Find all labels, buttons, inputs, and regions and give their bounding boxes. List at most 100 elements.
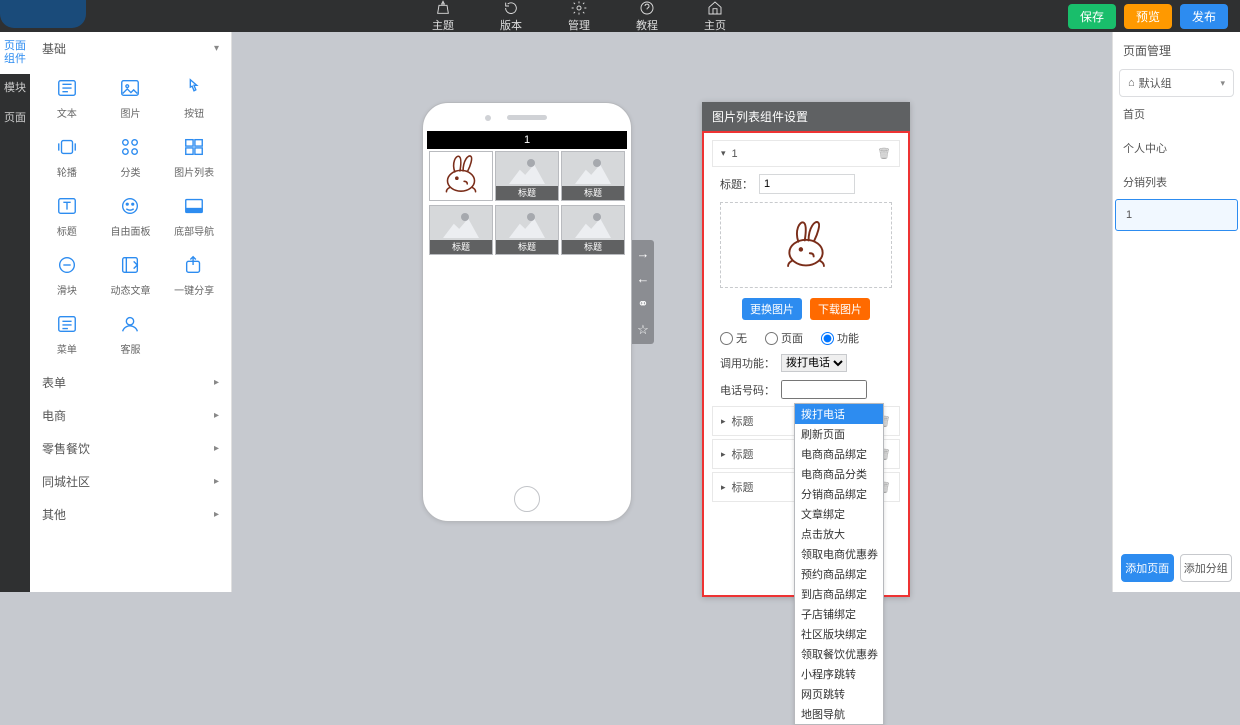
thumb-label: 标题 <box>562 186 624 200</box>
phone-speaker <box>507 115 547 120</box>
title-input[interactable] <box>759 174 855 194</box>
accordion-basic[interactable]: 基础 ▾ <box>30 32 231 65</box>
carousel-widget[interactable]: 轮播 <box>36 128 98 185</box>
tab-pages[interactable]: 页面 <box>0 104 30 133</box>
dropdown-option[interactable]: 到店商品绑定 <box>795 584 883 604</box>
phone-label: 电话号码： <box>720 382 775 398</box>
dropdown-option[interactable]: 领取餐饮优惠券 <box>795 644 883 664</box>
list-item[interactable]: 标题 <box>495 205 559 255</box>
list-item[interactable]: 标题 <box>561 151 625 201</box>
page-title-bar: 1 <box>427 131 627 149</box>
add-page-button[interactable]: 添加页面 <box>1121 554 1174 582</box>
save-button[interactable]: 保存 <box>1068 4 1116 29</box>
service-widget[interactable]: 客服 <box>100 305 162 362</box>
text-widget[interactable]: 文本 <box>36 69 98 126</box>
dropdown-option[interactable]: 社区版块绑定 <box>795 624 883 644</box>
freepanel-widget[interactable]: 自由面板 <box>100 187 162 244</box>
page-item-current[interactable]: 1 <box>1115 199 1238 231</box>
imagelist-widget[interactable]: 图片列表 <box>163 128 225 185</box>
manage-icon[interactable]: 管理 <box>568 0 590 33</box>
accordion-community[interactable]: 同城社区▸ <box>30 465 231 498</box>
preview-button[interactable]: 预览 <box>1124 4 1172 29</box>
group-label: 默认组 <box>1139 75 1172 91</box>
thumb-label: 标题 <box>496 240 558 254</box>
star-icon[interactable]: ☆ <box>637 322 649 338</box>
bottomnav-widget[interactable]: 底部导航 <box>163 187 225 244</box>
publish-button[interactable]: 发布 <box>1180 4 1228 29</box>
dropdown-option[interactable]: 电商商品绑定 <box>795 444 883 464</box>
dropdown-option[interactable]: 分销商品绑定 <box>795 484 883 504</box>
download-image-button[interactable]: 下载图片 <box>810 298 870 320</box>
page-item[interactable]: 个人中心 <box>1113 131 1240 165</box>
image-slot[interactable] <box>720 202 892 288</box>
add-group-button[interactable]: 添加分组 <box>1180 554 1233 582</box>
tab-page-widgets[interactable]: 页面组件 <box>0 32 30 74</box>
dropdown-option[interactable]: 刷新页面 <box>795 424 883 444</box>
radio-page[interactable]: 页面 <box>765 330 803 346</box>
logo <box>0 0 86 28</box>
image-buttons: 更换图片 下载图片 <box>708 292 904 326</box>
theme-icon[interactable]: 主题 <box>432 0 454 33</box>
phone-input[interactable] <box>781 380 867 399</box>
list-item[interactable]: 标题 <box>429 205 493 255</box>
phone-screen: 1 标题 标题 标题 标题 标题 <box>427 131 627 479</box>
page-item[interactable]: 分销列表 <box>1113 165 1240 199</box>
accordion-ecom[interactable]: 电商▸ <box>30 399 231 432</box>
func-row: 调用功能： 拨打电话 <box>708 350 904 376</box>
thumb-label: 标题 <box>430 240 492 254</box>
category-widget[interactable]: 分类 <box>100 128 162 185</box>
radio-none[interactable]: 无 <box>720 330 747 346</box>
arrow-left-icon[interactable]: ← <box>637 271 650 286</box>
caret-down-icon: ▾ <box>721 148 726 159</box>
group-select[interactable]: ⌂ 默认组 ▾ <box>1119 69 1234 97</box>
list-item[interactable] <box>429 151 493 201</box>
settings-popup: 图片列表组件设置 ▾ 1 🗑 标题： 更换图片 下载图片 无 页面 功能 调用功… <box>702 102 910 597</box>
page-item[interactable]: 首页 <box>1113 97 1240 131</box>
dropdown-option[interactable]: 子店铺绑定 <box>795 604 883 624</box>
menu-widget[interactable]: 菜单 <box>36 305 98 362</box>
replace-image-button[interactable]: 更换图片 <box>742 298 802 320</box>
link-type-radios: 无 页面 功能 <box>708 326 904 350</box>
dropdown-option[interactable]: 网页跳转 <box>795 684 883 704</box>
list-item[interactable]: 标题 <box>495 151 559 201</box>
dropdown-option[interactable]: 小程序跳转 <box>795 664 883 684</box>
list-item[interactable]: 标题 <box>561 205 625 255</box>
dropdown-option[interactable]: 文章绑定 <box>795 504 883 524</box>
title-label: 标题： <box>720 176 753 192</box>
version-icon[interactable]: 版本 <box>500 0 522 33</box>
delete-icon[interactable]: 🗑 <box>877 147 891 160</box>
thumb-row: 标题 标题 <box>427 149 627 203</box>
caret-right-icon: ▸ <box>721 449 726 460</box>
accordion-form[interactable]: 表单▸ <box>30 366 231 399</box>
dropdown-option[interactable]: 预约商品绑定 <box>795 564 883 584</box>
dropdown-option[interactable]: 领取电商优惠券 <box>795 544 883 564</box>
article-widget[interactable]: 动态文章 <box>100 246 162 303</box>
popup-title: 图片列表组件设置 <box>702 102 910 131</box>
tutorial-icon[interactable]: 教程 <box>636 0 658 33</box>
rabbit-icon <box>774 215 838 276</box>
slider-widget[interactable]: 滑块 <box>36 246 98 303</box>
dropdown-option[interactable]: 电商商品分类 <box>795 464 883 484</box>
func-select[interactable]: 拨打电话 <box>781 354 847 372</box>
popup-body: ▾ 1 🗑 标题： 更换图片 下载图片 无 页面 功能 调用功能： 拨打电话 电 <box>702 131 910 597</box>
accordion-other[interactable]: 其他▸ <box>30 498 231 531</box>
button-widget[interactable]: 按钮 <box>163 69 225 126</box>
share-widget[interactable]: 一键分享 <box>163 246 225 303</box>
dropdown-option[interactable]: 地图导航 <box>795 704 883 724</box>
radio-func[interactable]: 功能 <box>821 330 859 346</box>
home-icon[interactable]: 主页 <box>704 0 726 33</box>
arrow-right-icon[interactable]: → <box>637 246 650 261</box>
right-footer: 添加页面 添加分组 <box>1113 544 1240 592</box>
dropdown-option[interactable]: 拨打电话 <box>795 404 883 424</box>
screen-body[interactable]: 标题 标题 标题 标题 标题 <box>427 149 627 479</box>
tab-modules[interactable]: 模块 <box>0 74 30 103</box>
chevron-right-icon: ▸ <box>214 443 219 454</box>
chevron-right-icon: ▸ <box>214 509 219 520</box>
image-widget[interactable]: 图片 <box>100 69 162 126</box>
title-widget[interactable]: 标题 <box>36 187 98 244</box>
item-header[interactable]: ▾ 1 🗑 <box>712 140 900 167</box>
link-icon[interactable]: ⚭ <box>638 296 649 312</box>
accordion-retail[interactable]: 零售餐饮▸ <box>30 432 231 465</box>
chevron-right-icon: ▸ <box>214 476 219 487</box>
dropdown-option[interactable]: 点击放大 <box>795 524 883 544</box>
